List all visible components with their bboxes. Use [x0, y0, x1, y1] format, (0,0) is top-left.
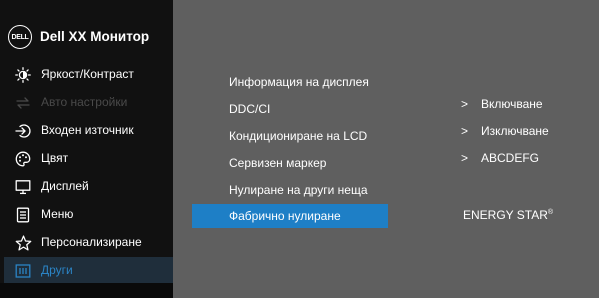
registered-mark: ® [547, 209, 554, 216]
submenu-item-service-tag[interactable]: Сервизен маркер [192, 151, 388, 175]
submenu-item-label: Информация на дисплея [229, 75, 369, 89]
sidebar: DELL Dell XX Монитор Яркост/Контраст Авт… [0, 0, 173, 298]
star-icon [14, 234, 32, 252]
chevron-right-icon: > [461, 151, 469, 165]
value-text: ABCDEFG [481, 151, 540, 165]
chevron-right-icon: > [461, 124, 469, 138]
sidebar-item-label: Яркост/Контраст [41, 67, 134, 81]
sidebar-footer [0, 283, 173, 298]
submenu-item-label: Нулиране на други неща [229, 183, 368, 197]
value-text: Изключване [481, 124, 549, 138]
energy-star-label: ENERGY STAR® [463, 208, 553, 222]
sidebar-item-color[interactable]: Цвят [0, 145, 173, 173]
submenu-item-reset-other[interactable]: Нулиране на други неща [192, 178, 388, 202]
submenu-item-lcd-conditioning[interactable]: Кондициониране на LCD [192, 124, 388, 148]
monitor-title: Dell XX Монитор [40, 29, 150, 44]
menu-document-icon [14, 206, 32, 224]
sidebar-item-brightness-contrast[interactable]: Яркост/Контраст [0, 61, 173, 89]
value-text: Включване [481, 97, 543, 111]
sidebar-item-label: Дисплей [41, 179, 89, 193]
submenu-item-label: DDC/CI [229, 102, 271, 116]
others-icon [14, 262, 32, 280]
submenu-item-factory-reset[interactable]: Фабрично нулиране [192, 204, 388, 228]
sidebar-item-others[interactable]: Други [4, 257, 173, 285]
sidebar-item-label: Авто настройки [41, 95, 128, 109]
submenu-item-ddc-ci[interactable]: DDC/CI [192, 97, 388, 121]
dell-logo: DELL [8, 25, 32, 49]
sidebar-item-input-source[interactable]: Входен източник [0, 117, 173, 145]
ddc-ci-value[interactable]: > Включване [461, 97, 543, 111]
submenu-item-label: Сервизен маркер [229, 156, 327, 170]
energy-star-text: ENERGY STAR [463, 208, 548, 222]
osd-header: DELL Dell XX Монитор [0, 20, 173, 56]
sidebar-item-label: Цвят [41, 151, 69, 165]
sidebar-item-label: Меню [41, 207, 74, 221]
sidebar-item-label: Други [41, 263, 73, 277]
submenu-item-label: Кондициониране на LCD [229, 129, 368, 143]
sidebar-item-menu[interactable]: Меню [0, 201, 173, 229]
sidebar-item-auto-adjust: Авто настройки [0, 89, 173, 117]
monitor-icon [14, 178, 32, 196]
auto-adjust-icon [14, 94, 32, 112]
lcd-conditioning-value[interactable]: > Изключване [461, 124, 549, 138]
sidebar-item-personalize[interactable]: Персонализиране [0, 229, 173, 257]
submenu-item-display-info[interactable]: Информация на дисплея [192, 70, 388, 94]
sidebar-item-label: Персонализиране [41, 235, 142, 249]
input-source-icon [14, 122, 32, 140]
brightness-icon [14, 66, 32, 84]
submenu-item-label: Фабрично нулиране [229, 209, 341, 223]
chevron-right-icon: > [461, 97, 469, 111]
service-tag-value: > ABCDEFG [461, 151, 539, 165]
color-palette-icon [14, 150, 32, 168]
sidebar-item-label: Входен източник [41, 123, 134, 137]
sidebar-item-display[interactable]: Дисплей [0, 173, 173, 201]
